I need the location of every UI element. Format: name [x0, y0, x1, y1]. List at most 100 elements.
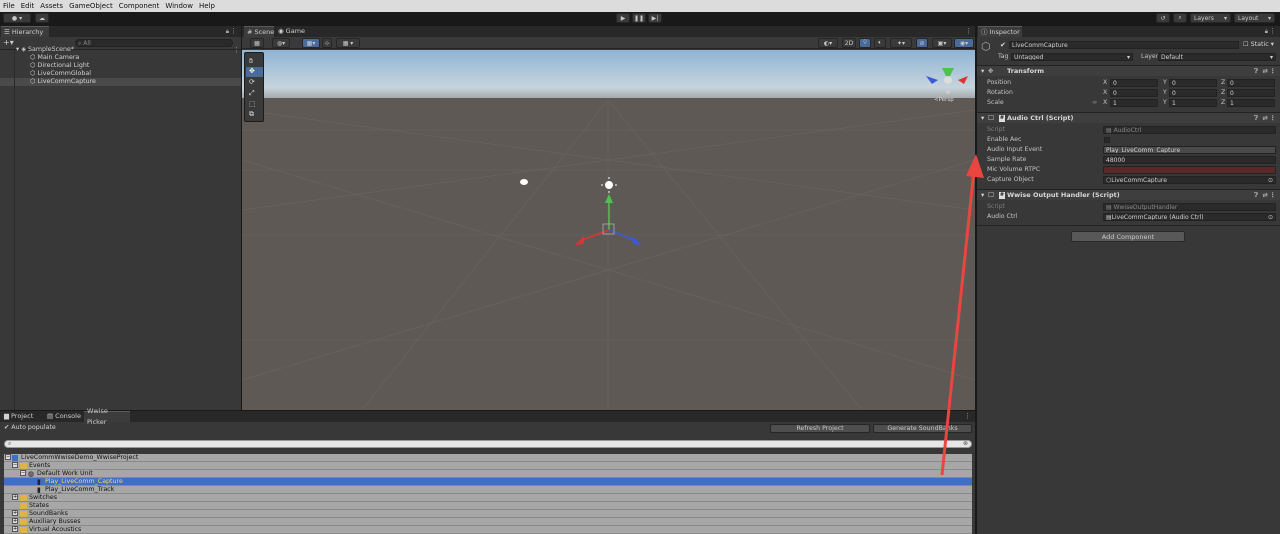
tab-project[interactable]: ▆ Project [1, 411, 35, 422]
output-handler-header[interactable]: ▾ ☐ # Wwise Output Handler (Script) ❓︎ ⇄… [977, 189, 1280, 200]
list-item[interactable]: ⬡ LiveCommCapture [30, 78, 96, 86]
wwise-search-input[interactable]: ⌕ ⊗ [4, 440, 972, 448]
rotation-x-field[interactable]: 0 [1110, 89, 1158, 97]
help-icon[interactable]: ❓︎ [1254, 113, 1258, 124]
increment-button[interactable]: ▦ ▾ [336, 38, 360, 48]
tree-row[interactable]: − Events [4, 462, 972, 470]
scale-icon[interactable]: ⤢ [249, 89, 255, 98]
layers-dropdown[interactable]: Layers ▾ [1190, 13, 1231, 23]
draw-mode-button[interactable]: ▦ [250, 38, 264, 48]
tab-console[interactable]: ▤ Console [44, 411, 82, 422]
more-icon[interactable]: ⋮ [230, 27, 237, 35]
tree-row[interactable]: + Auxiliary Busses [4, 518, 972, 526]
tab-inspector[interactable]: ⓘ Inspector [978, 26, 1022, 37]
list-item[interactable]: ⬡ Main Camera [30, 54, 79, 62]
refresh-project-button[interactable]: Refresh Project [770, 424, 870, 433]
audio-toggle[interactable]: 🔈︎ [874, 38, 886, 48]
step-button[interactable]: ▶| [648, 13, 662, 23]
mic-volume-field[interactable] [1103, 166, 1276, 174]
list-item[interactable]: ⬡ LiveCommGlobal [30, 70, 91, 78]
more-icon[interactable]: ⋮ [1269, 27, 1276, 35]
menu-file[interactable]: File [3, 2, 15, 10]
preset-icon[interactable]: ⇄ [1263, 66, 1268, 77]
tab-hierarchy[interactable]: ☰ Hierarchy [1, 26, 49, 37]
rotation-y-field[interactable]: 0 [1169, 89, 1217, 97]
tree-row[interactable]: − LiveCommWwiseDemo_WwiseProject [4, 454, 972, 462]
lighting-toggle[interactable]: 💡︎ [859, 38, 871, 48]
transform-icon[interactable]: ⧉ [249, 110, 254, 119]
effects-button[interactable]: ✦▾ [890, 38, 912, 48]
play-button[interactable]: ▶ [616, 13, 630, 23]
more-icon[interactable]: ⋮ [233, 46, 240, 54]
menu-assets[interactable]: Assets [40, 2, 63, 10]
transform-header[interactable]: ▾ ✥ Transform ❓︎ ⇄ ⋮ [977, 65, 1280, 76]
scale-y-field[interactable]: 1 [1169, 99, 1217, 107]
scene-row[interactable]: ▾ ◈ SampleScene* [16, 46, 74, 54]
hidden-toggle[interactable]: ⊘ [916, 38, 928, 48]
auto-populate-toggle[interactable]: ✔ Auto populate [4, 424, 56, 431]
lock-icon[interactable]: 🔒︎ [226, 28, 229, 36]
tree-row[interactable]: + Switches [4, 494, 972, 502]
tree-row[interactable]: − ◍ Default Work Unit [4, 470, 972, 478]
persp-label[interactable]: <Persp [934, 97, 954, 103]
gizmos-button[interactable]: ◉▾ [954, 38, 974, 48]
menu-component[interactable]: Component [119, 2, 160, 10]
object-name-field[interactable]: LiveCommCapture [1009, 41, 1239, 49]
audio-ctrl-header[interactable]: ▾ ☐ # Audio Ctrl (Script) ❓︎ ⇄ ⋮ [977, 112, 1280, 123]
shading-button[interactable]: ◐▾ [818, 38, 838, 48]
audio-ctrl-field[interactable]: ▤LiveCommCapture (Audio Ctrl) ⊙ [1103, 213, 1276, 221]
tree-row[interactable]: ▮ Play_LiveComm_Track [4, 486, 972, 494]
enable-aec-checkbox[interactable] [1104, 137, 1110, 143]
more-icon[interactable]: ⋮ [965, 27, 972, 35]
position-y-field[interactable]: 0 [1169, 79, 1217, 87]
tag-dropdown[interactable]: Untagged ▾ [1011, 53, 1133, 61]
lock-icon[interactable]: 🔒︎ [1265, 28, 1268, 36]
menu-help[interactable]: Help [199, 2, 215, 10]
camera-button[interactable]: ▣▾ [932, 38, 952, 48]
history-button[interactable]: ↺ [1156, 13, 1170, 23]
move-icon[interactable]: ✥ [249, 67, 255, 75]
list-item[interactable]: ⬡ Directional Light [30, 62, 89, 70]
add-component-button[interactable]: Add Component [1071, 231, 1185, 242]
tab-game[interactable]: ◉ Game [275, 26, 307, 37]
tree-row[interactable]: + SoundBanks [4, 510, 972, 518]
menu-edit[interactable]: Edit [21, 2, 35, 10]
scale-z-field[interactable]: 1 [1227, 99, 1275, 107]
more-icon[interactable]: ⋮ [1270, 190, 1277, 201]
rotate-icon[interactable]: ⟳ [249, 78, 255, 86]
cloud-button[interactable]: ☁ [35, 13, 49, 23]
hand-icon[interactable]: ✋︎ [249, 57, 253, 66]
gizmo-button[interactable]: ◍▾ [272, 38, 290, 48]
position-x-field[interactable]: 0 [1110, 79, 1158, 87]
preset-icon[interactable]: ⇄ [1263, 113, 1268, 124]
more-icon[interactable]: ⋮ [1270, 66, 1277, 77]
help-icon[interactable]: ❓︎ [1254, 66, 1258, 77]
preset-icon[interactable]: ⇄ [1263, 190, 1268, 201]
tab-scene[interactable]: # Scene [244, 26, 274, 37]
add-icon[interactable]: +▾ [3, 38, 14, 47]
menu-gameobject[interactable]: GameObject [69, 2, 113, 10]
hierarchy-search-input[interactable]: ⌕ All [75, 39, 233, 47]
capture-object-field[interactable]: ⬡LiveCommCapture ⊙ [1103, 176, 1276, 184]
layer-dropdown[interactable]: Default ▾ [1158, 53, 1276, 61]
grid-snap-button[interactable]: ▦▾ [302, 38, 320, 48]
scene-viewport[interactable]: <Persp ✋︎ ✥ ⟳ ⤢ ⬚ ⧉ [242, 50, 975, 410]
tree-row[interactable]: + Virtual Acoustics [4, 526, 972, 534]
link-icon[interactable]: ∞ [1092, 98, 1097, 108]
tab-wwise-picker[interactable]: Wwise Picker [84, 407, 130, 426]
audio-input-event-field[interactable]: Play_LiveComm_Capture [1103, 146, 1276, 154]
rect-icon[interactable]: ⬚ [249, 100, 256, 108]
target-icon[interactable]: ⊙ [1268, 214, 1273, 220]
search-button[interactable]: ⌕ [1173, 13, 1187, 23]
2d-toggle[interactable]: 2D [842, 38, 856, 48]
active-checkbox[interactable]: ✔ [1000, 41, 1006, 49]
checkbox[interactable]: ☐ [988, 113, 994, 124]
tree-row[interactable]: States [4, 502, 972, 510]
scale-x-field[interactable]: 1 [1110, 99, 1158, 107]
snap-button[interactable]: ⊹ [322, 38, 332, 48]
tree-row-selected[interactable]: ▮ Play_LiveComm_Capture [4, 478, 972, 486]
target-icon[interactable]: ⊙ [1268, 177, 1273, 183]
account-button[interactable]: ● ▾ [3, 13, 31, 23]
position-z-field[interactable]: 0 [1227, 79, 1275, 87]
static-toggle[interactable]: ☐ Static ▾ [1243, 41, 1274, 48]
